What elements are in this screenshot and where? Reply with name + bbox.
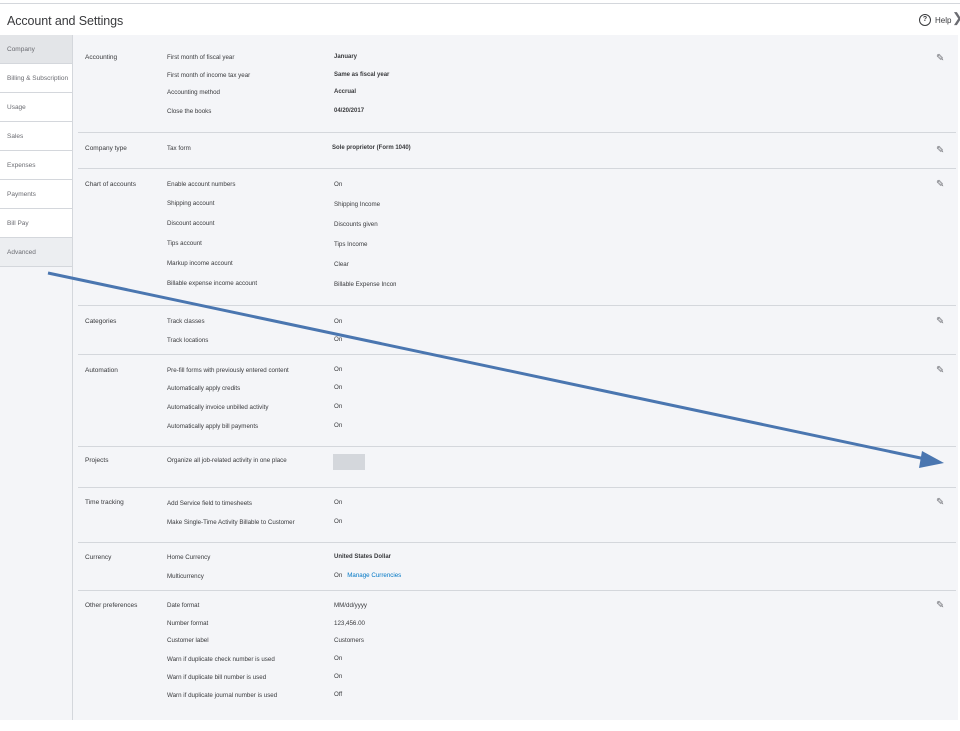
edit-pencil-icon[interactable]: ✎: [936, 179, 944, 190]
section-label: Accounting: [85, 54, 118, 61]
row-label: Pre-fill forms with previously entered c…: [167, 367, 289, 374]
row-label: Date format: [167, 602, 200, 609]
row-value: Shipping Income: [334, 201, 381, 208]
row-value: Tips Income: [334, 241, 368, 248]
manage-currencies-link[interactable]: Manage Currencies: [347, 572, 401, 579]
row-label: Close the books: [167, 108, 212, 115]
row-value: On: [334, 499, 343, 506]
section-company-type[interactable]: Company type Tax form Sole proprietor (F…: [78, 133, 956, 169]
page-header: Account and Settings ? Help ❯: [0, 4, 960, 35]
row-value: January: [334, 54, 358, 60]
row-value: Accrual: [334, 89, 357, 95]
row-value: Billable Expense Income: [334, 281, 396, 288]
help-label: Help: [935, 15, 952, 25]
section-label: Projects: [85, 457, 109, 464]
edit-pencil-icon[interactable]: ✎: [936, 365, 944, 376]
row-value: On: [334, 403, 343, 410]
section-chart-of-accounts[interactable]: Chart of accounts Enable account numbers…: [78, 169, 956, 306]
sidebar-item-sales[interactable]: Sales: [0, 122, 72, 151]
row-value: On: [334, 655, 343, 662]
section-label: Company type: [85, 145, 127, 152]
row-label: Customer label: [167, 637, 209, 644]
row-value: On: [334, 384, 343, 391]
close-icon[interactable]: ❯: [952, 10, 960, 26]
row-label: First month of income tax year: [167, 72, 251, 79]
row-value: Sole proprietor (Form 1040): [332, 145, 411, 151]
section-label: Chart of accounts: [85, 181, 136, 188]
row-label: Billable expense income account: [167, 280, 258, 287]
section-other-preferences[interactable]: Other preferences Date format MM/dd/yyyy…: [78, 591, 956, 731]
row-label: Warn if duplicate bill number is used: [167, 674, 267, 681]
row-label: Warn if duplicate check number is used: [167, 656, 275, 663]
row-value: MM/dd/yyyy: [334, 602, 368, 609]
section-currency[interactable]: Currency Home Currency United States Dol…: [78, 543, 956, 591]
section-accounting[interactable]: Accounting First month of fiscal year Ja…: [78, 52, 956, 133]
row-value: On: [334, 336, 343, 343]
sidebar-item-billing[interactable]: Billing & Subscription: [0, 64, 72, 93]
settings-sidebar: Company Billing & Subscription Usage Sal…: [0, 35, 73, 720]
sidebar-item-advanced[interactable]: Advanced: [0, 238, 72, 267]
row-value: 04/20/2017: [334, 108, 365, 114]
section-label: Currency: [85, 554, 112, 561]
row-value: On: [334, 422, 343, 429]
sidebar-item-payments[interactable]: Payments: [0, 180, 72, 209]
row-value: Customers: [334, 637, 364, 644]
projects-toggle[interactable]: [333, 454, 365, 470]
section-label: Automation: [85, 367, 118, 374]
row-label: Tips account: [167, 240, 202, 247]
sidebar-item-expenses[interactable]: Expenses: [0, 151, 72, 180]
row-label: Automatically apply credits: [167, 385, 241, 392]
row-value: On: [334, 181, 343, 188]
row-value: Same as fiscal year: [334, 72, 390, 78]
section-label: Other preferences: [85, 602, 138, 609]
row-value: United States Dollar: [334, 554, 392, 560]
edit-pencil-icon[interactable]: ✎: [936, 53, 944, 64]
row-value: Off: [334, 691, 343, 698]
row-label: Warn if duplicate journal number is used: [167, 692, 278, 699]
page-title: Account and Settings: [7, 14, 124, 28]
row-label: Enable account numbers: [167, 181, 236, 188]
edit-pencil-icon[interactable]: ✎: [936, 145, 944, 156]
row-label: Make Single-Time Activity Billable to Cu…: [167, 519, 295, 526]
settings-content: Accounting First month of fiscal year Ja…: [73, 35, 958, 720]
section-label: Categories: [85, 318, 117, 325]
row-label: Discount account: [167, 220, 215, 227]
row-label: Automatically invoice unbilled activity: [167, 404, 269, 411]
row-value: On: [334, 366, 343, 373]
row-label: First month of fiscal year: [167, 54, 235, 61]
sidebar-item-company[interactable]: Company: [0, 35, 72, 64]
multicurrency-value: On: [334, 572, 343, 579]
row-label: Organize all job-related activity in one…: [167, 457, 287, 464]
section-label: Time tracking: [85, 499, 124, 506]
row-label: Number format: [167, 620, 209, 627]
row-value: On: [334, 318, 343, 325]
row-label: Accounting method: [167, 89, 220, 96]
row-value: Discounts given: [334, 221, 378, 228]
row-value: 123,456.00: [334, 620, 365, 627]
row-label: Shipping account: [167, 200, 215, 207]
sidebar-item-usage[interactable]: Usage: [0, 93, 72, 122]
help-icon: ?: [919, 14, 931, 26]
row-label: Home Currency: [167, 554, 211, 561]
row-label: Track classes: [167, 318, 205, 325]
help-button[interactable]: ? Help: [919, 14, 951, 26]
sidebar-item-bill-pay[interactable]: Bill Pay: [0, 209, 72, 238]
row-label: Track locations: [167, 337, 209, 344]
row-label: Tax form: [167, 145, 191, 152]
edit-pencil-icon[interactable]: ✎: [936, 497, 944, 508]
row-label: Multicurrency: [167, 573, 204, 580]
row-value: Clear: [334, 261, 349, 268]
row-label: Add Service field to timesheets: [167, 500, 252, 507]
row-value: On: [334, 518, 343, 525]
row-label: Automatically apply bill payments: [167, 423, 259, 430]
section-categories[interactable]: Categories Track classes On Track locati…: [78, 306, 956, 355]
row-value-multicurrency: On Manage Currencies: [334, 572, 401, 579]
row-label: Markup income account: [167, 260, 233, 267]
edit-pencil-icon[interactable]: ✎: [936, 316, 944, 327]
section-automation[interactable]: Automation Pre-fill forms with previousl…: [78, 355, 956, 447]
section-time-tracking[interactable]: Time tracking Add Service field to times…: [78, 488, 956, 543]
section-projects[interactable]: Projects Organize all job-related activi…: [78, 447, 956, 488]
edit-pencil-icon[interactable]: ✎: [936, 600, 944, 611]
row-value: On: [334, 673, 343, 680]
